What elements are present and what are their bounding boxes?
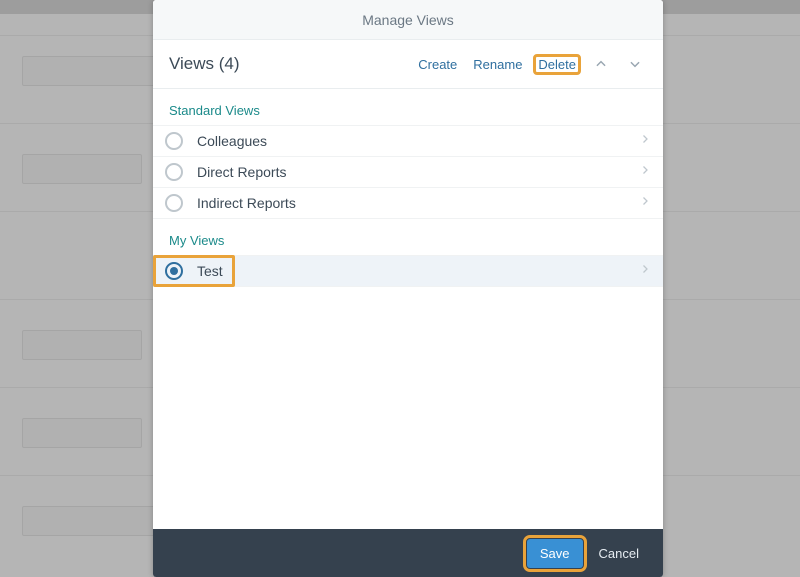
chevron-up-icon	[594, 57, 608, 71]
toolbar-actions: Create Rename Delete	[415, 52, 647, 76]
view-label: Colleagues	[197, 133, 639, 149]
modal-toolbar: Views (4) Create Rename Delete	[153, 40, 663, 89]
radio-icon	[165, 163, 183, 181]
view-label: Test	[197, 263, 639, 279]
modal-title: Manage Views	[153, 0, 663, 40]
delete-button[interactable]: Delete	[535, 56, 579, 73]
modal-footer: Save Cancel	[153, 529, 663, 577]
rename-button[interactable]: Rename	[470, 56, 525, 73]
chevron-right-icon	[639, 194, 651, 212]
standard-views-label: Standard Views	[153, 89, 663, 126]
modal-body: Standard Views Colleagues Direct Reports…	[153, 89, 663, 529]
view-row-colleagues[interactable]: Colleagues	[153, 125, 663, 157]
views-count-label: Views (4)	[169, 54, 415, 74]
cancel-button[interactable]: Cancel	[589, 539, 649, 568]
chevron-right-icon	[639, 262, 651, 280]
chevron-down-icon	[628, 57, 642, 71]
move-down-button[interactable]	[623, 52, 647, 76]
radio-icon	[165, 262, 183, 280]
save-button[interactable]: Save	[527, 539, 583, 568]
my-views-label: My Views	[153, 219, 663, 256]
view-label: Indirect Reports	[197, 195, 639, 211]
view-row-test[interactable]: Test	[153, 255, 663, 287]
manage-views-modal: Manage Views Views (4) Create Rename Del…	[153, 0, 663, 577]
view-row-indirect-reports[interactable]: Indirect Reports	[153, 187, 663, 219]
radio-icon	[165, 132, 183, 150]
chevron-right-icon	[639, 132, 651, 150]
chevron-right-icon	[639, 163, 651, 181]
radio-icon	[165, 194, 183, 212]
view-row-direct-reports[interactable]: Direct Reports	[153, 156, 663, 188]
move-up-button[interactable]	[589, 52, 613, 76]
create-button[interactable]: Create	[415, 56, 460, 73]
view-label: Direct Reports	[197, 164, 639, 180]
